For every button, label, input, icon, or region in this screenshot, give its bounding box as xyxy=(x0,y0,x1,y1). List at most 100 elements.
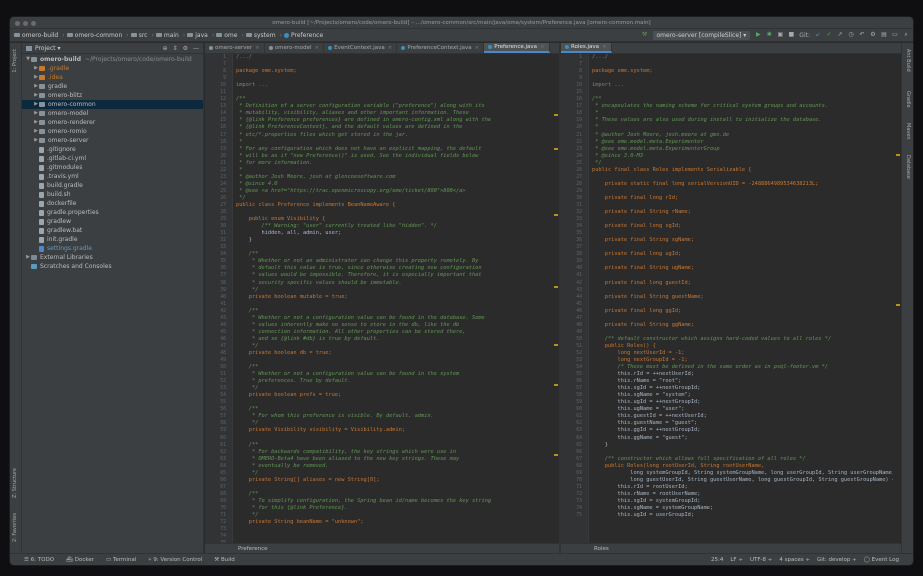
code-line[interactable]: * mutability, visibility, aliases and ot… xyxy=(236,110,551,117)
code-line[interactable]: * @since 4.0 xyxy=(236,181,551,188)
tree-node[interactable]: ▼ omero-build ~/Projects/omero/code/omero-… xyxy=(22,55,203,64)
code-line[interactable]: * security specific values should be imm… xyxy=(236,280,551,287)
code-line[interactable]: * @see ome.model.meta.Experimenter xyxy=(592,139,893,146)
tree-node[interactable]: ▶ .gradle xyxy=(22,64,203,73)
code-lines[interactable]: /.../ package ome.system; import ... /** * … xyxy=(236,54,551,526)
close-tab-icon[interactable]: × xyxy=(255,43,260,53)
code-line[interactable]: public Roles(long rootUserId, String roo… xyxy=(592,463,893,470)
breadcrumb-item[interactable]: java xyxy=(187,32,208,39)
version-control-tool-tab[interactable]: ⑂ 9: Version Control xyxy=(148,557,202,563)
code-line[interactable] xyxy=(236,75,551,82)
code-line[interactable] xyxy=(592,258,893,265)
todo-tool-tab[interactable]: ☰ 6: TODO xyxy=(24,557,54,563)
breadcrumb-item[interactable]: src xyxy=(130,32,147,39)
tree-node[interactable]: settings.gradle xyxy=(22,244,203,253)
code-line[interactable]: public class Preference implements BeanN… xyxy=(236,202,551,209)
code-line[interactable]: this.ugId = ++nextGroupId; xyxy=(592,399,893,406)
code-line[interactable] xyxy=(592,287,893,294)
code-line[interactable] xyxy=(592,174,893,181)
tree-node[interactable]: ▶ .idea xyxy=(22,73,203,82)
code-line[interactable] xyxy=(592,272,893,279)
code-line[interactable]: * For whom this preference is visible. B… xyxy=(236,413,551,420)
code-line[interactable]: public Roles() { xyxy=(592,343,893,350)
close-tab-icon[interactable]: × xyxy=(388,43,393,53)
tree-node[interactable]: init.gradle xyxy=(22,235,203,244)
code-line[interactable]: * @see <a href="https://trac.openmicrosc… xyxy=(236,188,551,195)
code-line[interactable]: this.rName = "root"; xyxy=(592,378,893,385)
coverage-icon[interactable]: ▣ xyxy=(777,32,783,38)
code-lines[interactable]: /.../ package ome.system; import ... /** * … xyxy=(592,54,893,519)
code-line[interactable]: * preferences. True by default. xyxy=(236,378,551,385)
code-line[interactable]: private boolean db = true; xyxy=(236,350,551,357)
code-line[interactable]: this.ugId = userGroupId; xyxy=(592,512,893,519)
tree-node[interactable]: .travis.yml xyxy=(22,172,203,181)
breadcrumb-item[interactable]: ome xyxy=(216,32,237,39)
code-line[interactable]: /** xyxy=(236,96,551,103)
code-line[interactable]: import ... xyxy=(592,82,893,89)
revert-icon[interactable]: ↶ xyxy=(859,32,865,38)
run-icon[interactable]: ▶ xyxy=(755,32,761,38)
tree-node[interactable]: gradlew.bat xyxy=(22,226,203,235)
code-line[interactable]: private final String sgName; xyxy=(592,237,893,244)
code-line[interactable]: * Whether or not a configuration value c… xyxy=(236,371,551,378)
left-code-view[interactable]: 1 7 8 9 10 11 12 13 14 15 16 17 18 19 20 21 22 23 24 25 26 27… xyxy=(205,54,559,543)
code-line[interactable]: private Visibility visibility = Visibili… xyxy=(236,427,551,434)
left-code-breadcrumb[interactable]: Preference xyxy=(205,543,559,553)
tree-node[interactable]: ▶ omero-romio xyxy=(22,127,203,136)
breadcrumb-item[interactable]: Preference xyxy=(283,32,323,39)
code-line[interactable]: * connection information. All other prop… xyxy=(236,329,551,336)
code-line[interactable]: * values would be impossible. Therefore,… xyxy=(236,272,551,279)
code-line[interactable]: * For backwards compatibility, the key s… xyxy=(236,449,551,456)
tree-node[interactable]: ▶ omero-model xyxy=(22,109,203,118)
code-line[interactable]: * For any configuration which does not h… xyxy=(236,146,551,153)
code-line[interactable] xyxy=(236,399,551,406)
code-line[interactable]: * @author Josh Moore, josh at glencoesof… xyxy=(236,174,551,181)
project-structure-icon[interactable]: ▤ xyxy=(881,32,887,38)
favorites-tool-tab[interactable]: 2: Favorites xyxy=(12,513,18,542)
code-line[interactable]: * Whether or not a configuration value c… xyxy=(236,315,551,322)
maven-tool-tab[interactable]: Maven xyxy=(905,123,911,140)
code-line[interactable]: /* These must be defined in the same ord… xyxy=(592,364,893,371)
run-configuration-select[interactable]: omero-server [compileSlice] ▾ xyxy=(652,30,751,40)
code-line[interactable]: this.guestId = ++nextUserId; xyxy=(592,413,893,420)
tree-node[interactable]: ▶ External Libraries xyxy=(22,253,203,262)
terminal-tool-tab[interactable]: ▭ Terminal xyxy=(106,557,136,563)
code-line[interactable]: * @see ome.model.meta.ExperimenterGroup xyxy=(592,146,893,153)
editor-tab[interactable]: Preference.java × xyxy=(484,43,550,53)
gear-icon[interactable]: ⚙ xyxy=(183,45,188,52)
stop-icon[interactable]: ■ xyxy=(788,32,794,38)
event-log-tool-tab[interactable]: ◯ Event Log xyxy=(864,557,899,563)
code-line[interactable]: * Whether or not an administrator can ch… xyxy=(236,258,551,265)
code-line[interactable] xyxy=(592,89,893,96)
code-line[interactable] xyxy=(236,61,551,68)
tree-node[interactable]: gradlew xyxy=(22,217,203,226)
code-line[interactable]: /** xyxy=(236,364,551,371)
code-line[interactable]: */ xyxy=(236,470,551,477)
database-tool-tab[interactable]: Database xyxy=(905,155,911,179)
tree-node[interactable]: .gitmodules xyxy=(22,163,203,172)
git-push-icon[interactable]: ↗ xyxy=(837,32,843,38)
code-line[interactable]: public final class Roles implements Seri… xyxy=(592,167,893,174)
code-line[interactable]: this.guestName = "guest"; xyxy=(592,420,893,427)
tree-node[interactable]: ▶ omero-common xyxy=(22,100,203,109)
code-line[interactable] xyxy=(592,75,893,82)
code-line[interactable]: * @author Josh Moore, josh.moore at gmx.… xyxy=(592,132,893,139)
tree-node[interactable]: build.sh xyxy=(22,190,203,199)
code-line[interactable]: * encapsulates the naming scheme for cri… xyxy=(592,103,893,110)
code-line[interactable] xyxy=(592,329,893,336)
code-line[interactable]: private final long guestId; xyxy=(592,280,893,287)
search-icon[interactable]: ⌕ xyxy=(903,32,909,38)
tree-node[interactable]: build.gradle xyxy=(22,181,203,190)
editor-tab[interactable]: PreferenceContext.java × xyxy=(397,43,485,53)
code-line[interactable]: */ xyxy=(236,512,551,519)
code-line[interactable]: /** xyxy=(236,308,551,315)
code-line[interactable]: /** constructor which allows full specif… xyxy=(592,456,893,463)
code-line[interactable]: import ... xyxy=(236,82,551,89)
code-line[interactable]: * @since 3.0-M3 xyxy=(592,153,893,160)
project-tool-tab[interactable]: 1: Project xyxy=(12,49,18,73)
code-line[interactable]: this.sgId = systemGroupId; xyxy=(592,498,893,505)
code-line[interactable] xyxy=(236,301,551,308)
hammer-build-icon[interactable]: ⚒ xyxy=(642,32,648,38)
close-tab-icon[interactable]: × xyxy=(602,43,607,53)
code-line[interactable]: this.rId = rootUserId; xyxy=(592,484,893,491)
